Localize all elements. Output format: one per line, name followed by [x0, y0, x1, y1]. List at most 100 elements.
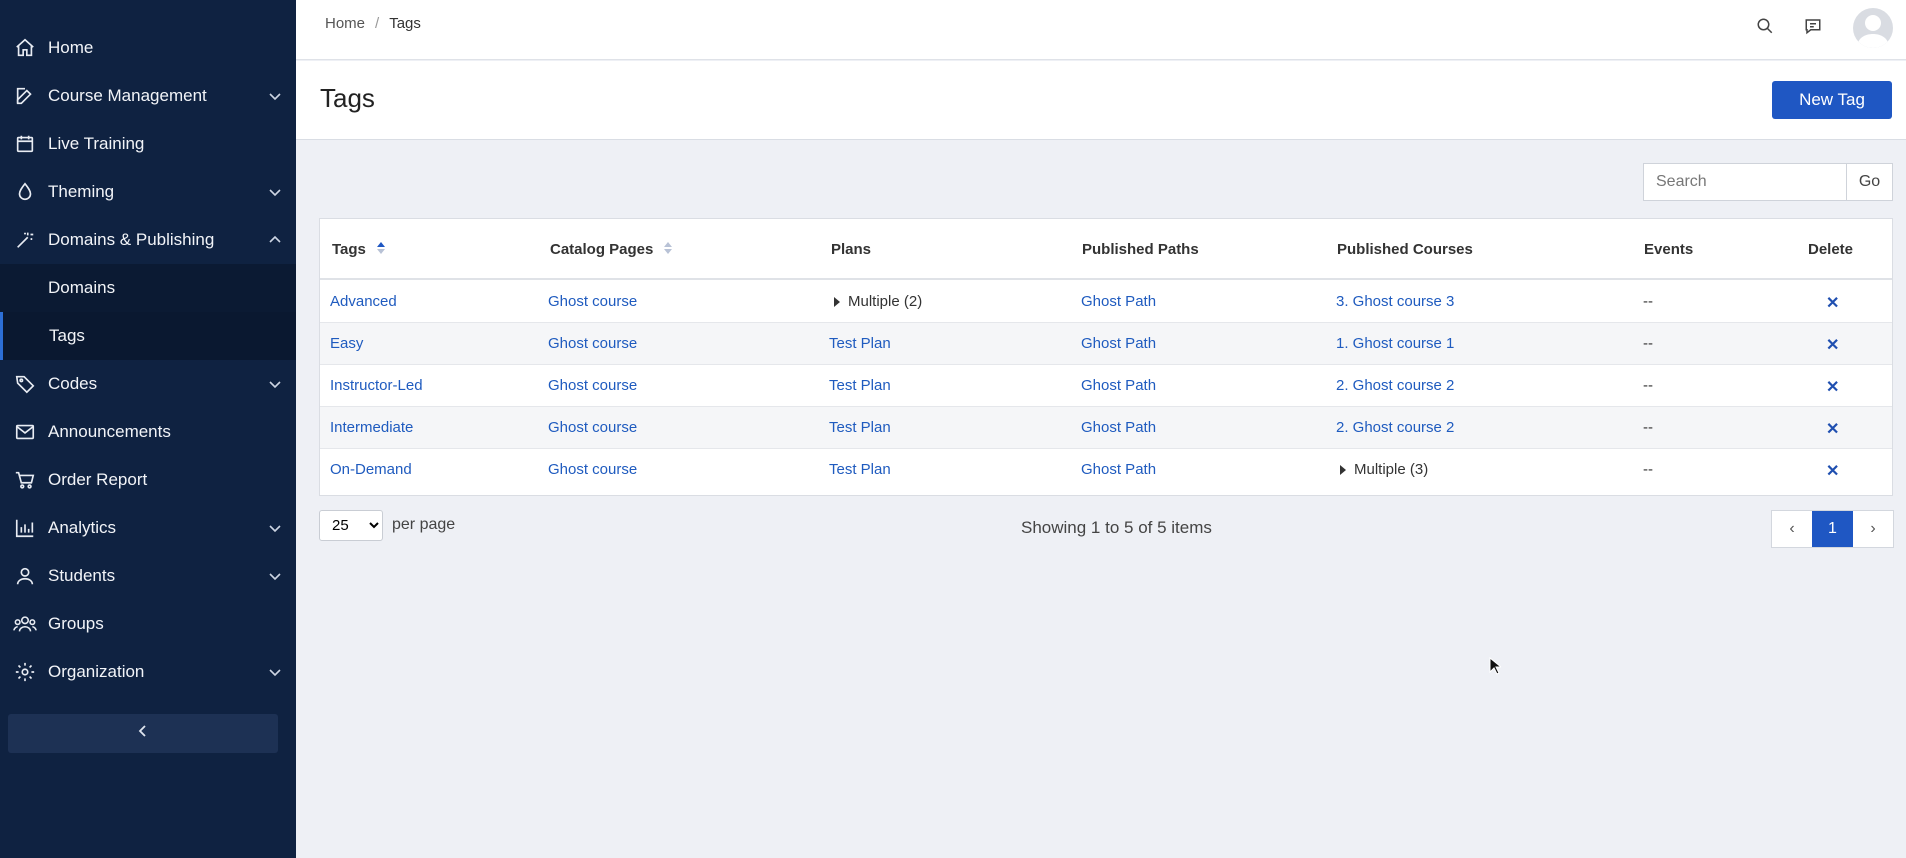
- published-path-link[interactable]: Ghost Path: [1081, 377, 1156, 394]
- catalog-page-link[interactable]: Ghost course: [548, 335, 637, 352]
- table-header: Tags Catalog Pages Plans Published Paths…: [320, 219, 1892, 280]
- table-row: Easy Ghost course Test Plan Ghost Path 1…: [320, 323, 1892, 365]
- events-value: --: [1643, 335, 1653, 352]
- events-value: --: [1643, 461, 1653, 478]
- sidebar-item-label: Tags: [49, 326, 85, 345]
- per-page-label: per page: [392, 516, 456, 533]
- new-tag-button[interactable]: New Tag: [1772, 81, 1892, 119]
- breadcrumb-separator: /: [375, 15, 380, 32]
- sidebar-subitem-domains[interactable]: Domains: [0, 264, 296, 312]
- sidebar-item-live-training[interactable]: Live Training: [0, 120, 296, 168]
- top-bar: Home / Tags: [296, 0, 1906, 60]
- collapse-sidebar-button[interactable]: [8, 714, 278, 753]
- published-path-link[interactable]: Ghost Path: [1081, 461, 1156, 478]
- courses-multiple-label: Multiple (3): [1354, 461, 1429, 478]
- user-icon: [12, 563, 38, 589]
- sidebar-item-home[interactable]: Home: [0, 24, 296, 72]
- sidebar-item-label: Announcements: [48, 422, 171, 441]
- previous-page-button[interactable]: ‹: [1772, 511, 1812, 547]
- column-header-plans: Plans: [831, 241, 872, 258]
- published-course-link[interactable]: 3. Ghost course 3: [1336, 293, 1454, 310]
- chevron-down-icon: [266, 183, 284, 201]
- tag-link[interactable]: Intermediate: [330, 419, 413, 436]
- delete-icon[interactable]: ✕: [1826, 463, 1839, 480]
- column-header-tags[interactable]: Tags: [332, 241, 386, 259]
- users-icon: [12, 611, 38, 637]
- plan-link[interactable]: Test Plan: [829, 377, 891, 394]
- sidebar-item-label: Groups: [48, 614, 104, 633]
- next-page-button[interactable]: ›: [1853, 511, 1893, 547]
- sort-ascending-icon[interactable]: [376, 241, 386, 259]
- table-row: On-Demand Ghost course Test Plan Ghost P…: [320, 449, 1892, 491]
- catalog-page-link[interactable]: Ghost course: [548, 293, 637, 310]
- tag-link[interactable]: On-Demand: [330, 461, 412, 478]
- sidebar-item-domains-publishing[interactable]: Domains & Publishing: [0, 216, 296, 264]
- sidebar-item-label: Live Training: [48, 134, 145, 153]
- sidebar-item-label: Domains: [48, 278, 116, 297]
- sidebar-item-order-report[interactable]: Order Report: [0, 456, 296, 504]
- bar-chart-icon: [12, 515, 38, 541]
- chevron-down-icon: [266, 567, 284, 585]
- catalog-page-link[interactable]: Ghost course: [548, 419, 637, 436]
- column-header-published-paths: Published Paths: [1082, 241, 1199, 258]
- tag-link[interactable]: Instructor-Led: [330, 377, 423, 394]
- delete-icon[interactable]: ✕: [1826, 379, 1839, 396]
- sidebar-subitem-tags[interactable]: Tags: [0, 312, 296, 360]
- sidebar-item-label: Order Report: [48, 470, 148, 489]
- caret-right-icon: [834, 296, 840, 307]
- catalog-page-link[interactable]: Ghost course: [548, 461, 637, 478]
- tag-link[interactable]: Advanced: [330, 293, 397, 310]
- sidebar-item-students[interactable]: Students: [0, 552, 296, 600]
- sort-icon[interactable]: [663, 241, 673, 259]
- published-course-link[interactable]: 2. Ghost course 2: [1336, 377, 1454, 394]
- avatar[interactable]: [1853, 8, 1893, 48]
- mouse-cursor-icon: [1489, 656, 1503, 680]
- home-icon: [12, 35, 38, 61]
- chevron-down-icon: [266, 375, 284, 393]
- column-header-label: Tags: [332, 241, 366, 258]
- published-path-link[interactable]: Ghost Path: [1081, 335, 1156, 352]
- courses-expand-toggle[interactable]: Multiple (3): [1340, 461, 1428, 478]
- column-header-published-courses: Published Courses: [1337, 241, 1473, 258]
- search-input[interactable]: [1643, 163, 1846, 201]
- breadcrumb-home-link[interactable]: Home: [325, 15, 365, 32]
- delete-icon[interactable]: ✕: [1826, 337, 1839, 354]
- search-icon[interactable]: [1753, 14, 1777, 38]
- column-header-catalog-pages[interactable]: Catalog Pages: [550, 241, 673, 259]
- published-path-link[interactable]: Ghost Path: [1081, 293, 1156, 310]
- breadcrumb: Home / Tags: [325, 15, 421, 32]
- per-page-select[interactable]: 25: [319, 510, 383, 541]
- plan-link[interactable]: Test Plan: [829, 335, 891, 352]
- sidebar-item-announcements[interactable]: Announcements: [0, 408, 296, 456]
- go-button[interactable]: Go: [1846, 163, 1893, 201]
- chevron-down-icon: [266, 663, 284, 681]
- published-path-link[interactable]: Ghost Path: [1081, 419, 1156, 436]
- plans-expand-toggle[interactable]: Multiple (2): [834, 293, 922, 310]
- catalog-page-link[interactable]: Ghost course: [548, 377, 637, 394]
- page-1-button[interactable]: 1: [1812, 511, 1853, 547]
- sidebar-item-label: Home: [48, 38, 94, 57]
- plan-link[interactable]: Test Plan: [829, 419, 891, 436]
- sidebar-item-organization[interactable]: Organization: [0, 648, 296, 696]
- magic-wand-icon: [12, 227, 38, 253]
- column-header-events: Events: [1644, 241, 1694, 258]
- table-row: Intermediate Ghost course Test Plan Ghos…: [320, 407, 1892, 449]
- sidebar-item-course-management[interactable]: Course Management: [0, 72, 296, 120]
- plan-link[interactable]: Test Plan: [829, 461, 891, 478]
- sidebar-item-label: Organization: [48, 662, 145, 681]
- tags-table: Tags Catalog Pages Plans Published Paths…: [319, 218, 1893, 496]
- message-icon[interactable]: [1801, 14, 1825, 38]
- gear-icon: [12, 659, 38, 685]
- droplet-icon: [12, 179, 38, 205]
- sidebar-item-analytics[interactable]: Analytics: [0, 504, 296, 552]
- delete-icon[interactable]: ✕: [1826, 421, 1839, 438]
- chevron-down-icon: [266, 519, 284, 537]
- sidebar-item-theming[interactable]: Theming: [0, 168, 296, 216]
- published-course-link[interactable]: 1. Ghost course 1: [1336, 335, 1454, 352]
- sidebar-item-groups[interactable]: Groups: [0, 600, 296, 648]
- published-course-link[interactable]: 2. Ghost course 2: [1336, 419, 1454, 436]
- delete-icon[interactable]: ✕: [1826, 295, 1839, 312]
- tag-link[interactable]: Easy: [330, 335, 363, 352]
- column-header-delete: Delete: [1808, 241, 1854, 258]
- sidebar-item-codes[interactable]: Codes: [0, 360, 296, 408]
